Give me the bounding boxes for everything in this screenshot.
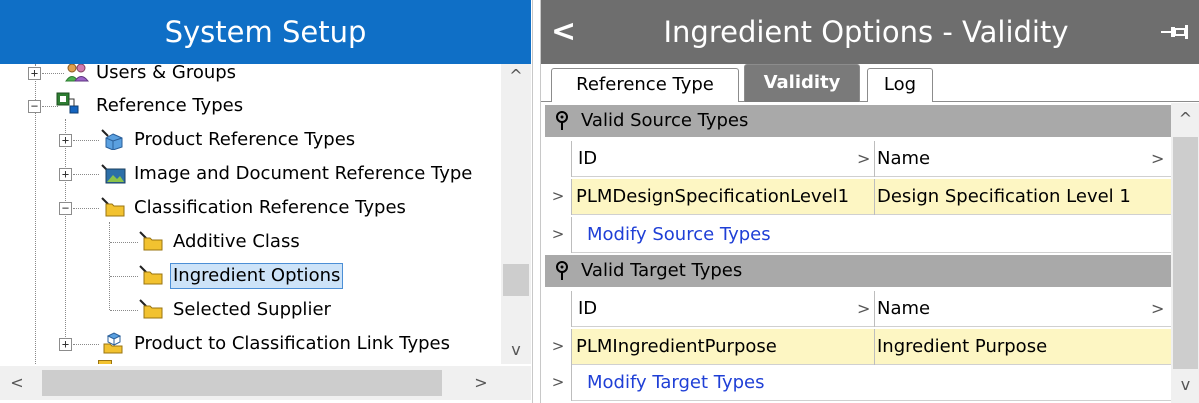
tree-label: Additive Class — [173, 231, 300, 252]
expand-icon[interactable]: + — [59, 338, 72, 351]
row-chevron-icon[interactable]: > — [545, 179, 572, 215]
tree-label: Product Reference Types — [134, 129, 356, 150]
column-header-id[interactable]: ID — [578, 141, 597, 177]
image-icon — [101, 164, 126, 184]
modify-row: > Modify Target Types — [545, 365, 1171, 401]
content-vertical-scrollbar[interactable]: ^ v — [1171, 103, 1199, 403]
grid-header-row: ID > Name > — [545, 291, 1171, 327]
expand-icon[interactable]: + — [59, 134, 72, 147]
cell-id: PLMDesignSpecificationLevel1 — [576, 186, 850, 207]
scroll-up-icon[interactable]: ^ — [501, 66, 531, 85]
tree-horizontal-scrollbar[interactable]: < > — [0, 366, 501, 400]
system-setup-title: System Setup — [0, 0, 531, 64]
row-chevron-icon: > — [545, 217, 572, 253]
tree-item-additive-class[interactable]: Additive Class — [8, 228, 498, 256]
product-cube-icon — [101, 129, 123, 150]
tree-item-ingredient-options[interactable]: Ingredient Options — [8, 262, 498, 290]
users-groups-icon — [65, 64, 90, 82]
scroll-left-icon[interactable]: < — [2, 366, 32, 400]
row-gutter — [545, 141, 572, 177]
tree-item-selected-supplier[interactable]: Selected Supplier — [8, 296, 498, 324]
cell-name: Design Specification Level 1 — [877, 186, 1131, 207]
scroll-down-icon[interactable]: v — [1171, 375, 1199, 394]
section-title: Valid Source Types — [581, 110, 749, 131]
column-header-name[interactable]: Name — [877, 141, 930, 177]
folder-icon — [139, 231, 163, 251]
scroll-thumb[interactable] — [1173, 137, 1198, 369]
setup-tree: + Users & Groups − Reference Types + Pro… — [8, 64, 501, 364]
tree-item-users-groups[interactable]: + Users & Groups — [8, 64, 498, 87]
modify-target-types-link[interactable]: Modify Target Types — [587, 365, 765, 401]
scroll-thumb[interactable] — [42, 370, 442, 396]
pin-icon[interactable] — [1159, 22, 1193, 42]
pin-icon[interactable] — [555, 261, 569, 281]
tab-validity[interactable]: Validity — [744, 64, 860, 102]
tab-log[interactable]: Log — [867, 68, 933, 102]
expand-icon[interactable]: + — [28, 67, 41, 80]
panel-title: Ingredient Options - Validity — [663, 15, 1069, 49]
tree-item-product-classification-link-types[interactable]: + Product to Classification Link Types — [8, 330, 498, 358]
chevron-right-icon[interactable]: > — [857, 141, 870, 177]
pin-icon[interactable] — [555, 111, 569, 131]
chevron-right-icon[interactable]: > — [1151, 291, 1164, 327]
column-header-id[interactable]: ID — [578, 291, 597, 327]
tree-item-classification-reference-types[interactable]: − Classification Reference Types — [8, 194, 498, 222]
tree-item-image-document-reference-types[interactable]: + Image and Document Reference Type — [8, 160, 501, 188]
scrollbar-corner — [501, 366, 531, 400]
tree-label-selected: Ingredient Options — [170, 263, 344, 289]
section-header-target: Valid Target Types — [545, 255, 1171, 287]
folder-icon — [139, 265, 163, 285]
link-types-icon — [103, 332, 123, 354]
section-title: Valid Target Types — [581, 260, 743, 281]
cell-id: PLMIngredientPurpose — [576, 336, 777, 357]
tree-label: Classification Reference Types — [134, 197, 406, 218]
reference-types-icon — [56, 92, 79, 114]
grid-header-row: ID > Name > — [545, 141, 1171, 177]
tree-label: Product to Classification Link Types — [134, 333, 450, 354]
scroll-right-icon[interactable]: > — [466, 366, 496, 400]
scroll-thumb[interactable] — [503, 264, 529, 296]
folder-icon — [139, 299, 163, 319]
scroll-up-icon[interactable]: ^ — [1171, 109, 1199, 128]
table-row[interactable]: > PLMDesignSpecificationLevel1 Design Sp… — [545, 179, 1171, 215]
modify-source-types-link[interactable]: Modify Source Types — [587, 217, 771, 253]
row-chevron-icon: > — [545, 365, 572, 401]
validity-content: Valid Source Types ID > Name > > PLMDesi… — [541, 103, 1171, 403]
folder-icon — [101, 197, 125, 217]
table-row[interactable]: > PLMIngredientPurpose Ingredient Purpos… — [545, 329, 1171, 365]
scroll-down-icon[interactable]: v — [501, 340, 531, 359]
collapse-icon[interactable]: − — [59, 202, 72, 215]
tab-reference-type[interactable]: Reference Type — [551, 68, 739, 102]
expand-icon[interactable]: + — [59, 168, 72, 181]
row-chevron-icon[interactable]: > — [545, 329, 572, 365]
system-setup-panel: System Setup + Users & Groups − Referenc… — [0, 0, 533, 403]
section-header-source: Valid Source Types — [545, 105, 1171, 137]
column-header-name[interactable]: Name — [877, 291, 930, 327]
tree-item-product-reference-types[interactable]: + Product Reference Types — [8, 126, 498, 154]
tree-item-reference-types[interactable]: − Reference Types — [8, 92, 498, 120]
chevron-right-icon[interactable]: > — [1151, 141, 1164, 177]
cell-name: Ingredient Purpose — [877, 336, 1048, 357]
row-gutter — [545, 291, 572, 327]
validity-panel: < Ingredient Options - Validity Referenc… — [540, 0, 1199, 403]
partial-tree-icon — [98, 360, 112, 364]
panel-header: < Ingredient Options - Validity — [541, 0, 1199, 64]
tree-label: Image and Document Reference Type — [134, 163, 473, 184]
tree-vertical-scrollbar[interactable]: ^ v — [501, 64, 531, 364]
modify-row: > Modify Source Types — [545, 217, 1171, 253]
tree-label: Users & Groups — [96, 64, 237, 83]
chevron-right-icon[interactable]: > — [857, 291, 870, 327]
tab-bar: Reference Type Validity Log — [541, 64, 1199, 102]
tree-label: Selected Supplier — [173, 299, 331, 320]
collapse-icon[interactable]: − — [28, 100, 41, 113]
back-button[interactable]: < — [551, 12, 581, 52]
tree-label: Reference Types — [96, 95, 244, 116]
